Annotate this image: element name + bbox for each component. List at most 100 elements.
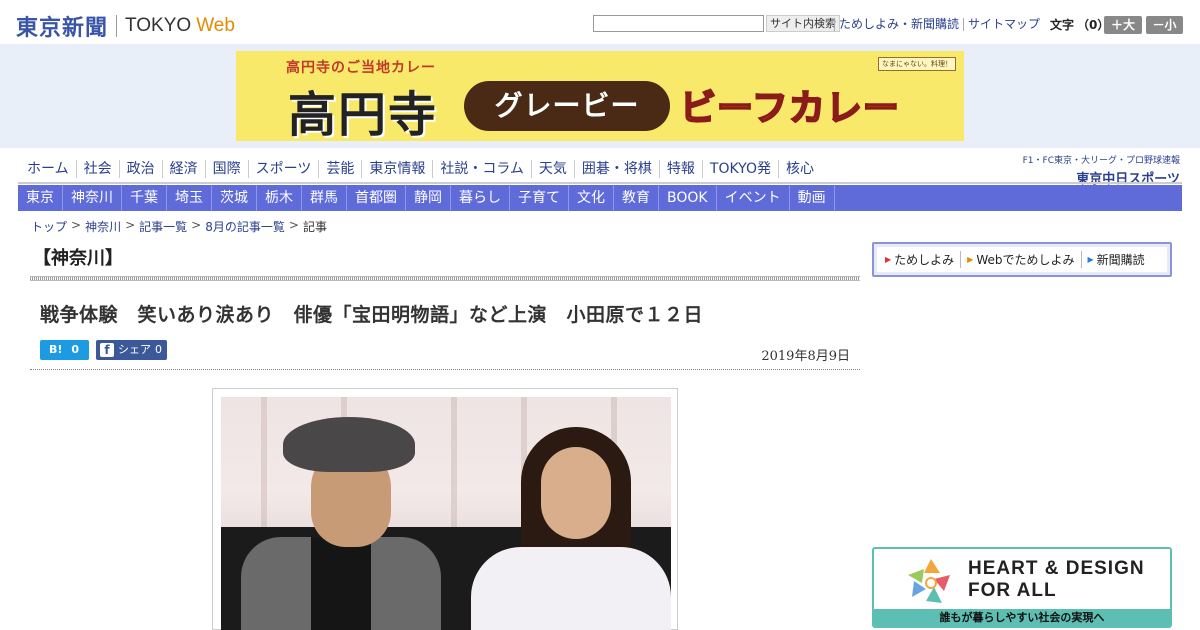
hatena-icon: B! <box>49 343 63 356</box>
section-title: 【神奈川】 <box>33 248 123 269</box>
banner-kouenji: 高円寺 <box>288 87 439 141</box>
breadcrumb-separator: > <box>288 218 299 232</box>
hatena-bookmark-button[interactable]: B! 0 <box>40 340 89 360</box>
logo-divider <box>116 15 118 37</box>
nav-editorial-column[interactable]: 社説・コラム <box>432 160 531 178</box>
facebook-share-button[interactable]: f シェア 0 <box>96 340 167 360</box>
subscribe-links-box: ▶ ためしよみ ▶ Webでためしよみ ▶ 新聞購読 <box>872 242 1172 277</box>
region-nav: 東京 神奈川 千葉 埼玉 茨城 栃木 群馬 首都圏 静岡 暮らし 子育て 文化 … <box>18 185 1182 211</box>
region-living[interactable]: 暮らし <box>451 185 510 211</box>
nav-special-report[interactable]: 特報 <box>658 160 702 178</box>
breadcrumb-separator: > <box>125 218 136 232</box>
region-gunma[interactable]: 群馬 <box>302 185 347 211</box>
main-nav: ホーム 社会 政治 経済 国際 スポーツ 芸能 東京情報 社説・コラム 天気 囲… <box>20 160 821 178</box>
chunichi-tagline: F1・FC東京・大リーグ・プロ野球速報 <box>1022 156 1180 166</box>
logo-web: Web <box>196 15 235 36</box>
nav-tokyo-hatsu[interactable]: TOKYO発 <box>701 160 778 178</box>
utility-links: ためしよみ・新聞購読 サイトマップ 文字 （0） <box>834 16 1109 33</box>
nav-home[interactable]: ホーム <box>20 160 76 178</box>
nav-tokyo-info[interactable]: 東京情報 <box>361 160 432 178</box>
site-header: 東京新聞 TOKYO Web サイト内検索 ためしよみ・新聞購読 サイトマップ … <box>0 0 1200 44</box>
heart-subtitle: 誰もが暮らしやすい社会の実現へ <box>874 609 1170 626</box>
photo-man-hat <box>283 417 415 472</box>
region-tochigi[interactable]: 栃木 <box>257 185 302 211</box>
breadcrumb-current: 記事 <box>302 220 327 234</box>
region-parenting[interactable]: 子育て <box>510 185 569 211</box>
arrow-right-icon: ▶ <box>885 255 892 264</box>
ad-band: 高円寺のご当地カレー 高円寺 グレービー ビーフカレー なまにゃない。料理！ <box>0 44 1200 148</box>
article-photo[interactable] <box>221 397 671 630</box>
region-culture[interactable]: 文化 <box>569 185 614 211</box>
article-photo-frame <box>212 388 678 630</box>
article-date: 2019年8月9日 <box>761 349 850 364</box>
banner-badge: なまにゃない。料理！ <box>878 57 956 71</box>
sitemap-link[interactable]: サイトマップ <box>963 18 1044 31</box>
hatena-count: 0 <box>71 343 80 356</box>
heart-title: HEART & DESIGN FOR ALL <box>968 558 1145 602</box>
curtain-fold <box>261 397 267 537</box>
facebook-share-label: シェア <box>118 343 151 356</box>
nav-weather[interactable]: 天気 <box>530 160 574 178</box>
logo-tokyo: TOKYO <box>125 15 192 36</box>
region-event[interactable]: イベント <box>717 185 790 211</box>
logo-tokyo-shimbun: 東京新聞 <box>16 15 109 41</box>
font-size-increase-button[interactable]: ＋大 <box>1104 16 1142 34</box>
search-input[interactable] <box>593 15 764 32</box>
heart-title-line2: FOR ALL <box>968 580 1057 601</box>
region-ibaraki[interactable]: 茨城 <box>212 185 257 211</box>
facebook-icon: f <box>100 343 114 357</box>
region-book[interactable]: BOOK <box>659 185 717 211</box>
trial-reading-link[interactable]: ▶ ためしよみ <box>877 251 960 268</box>
region-tokyo[interactable]: 東京 <box>18 185 63 211</box>
facebook-share-count: 0 <box>155 343 162 356</box>
curtain-fold <box>451 397 457 537</box>
article-title: 戦争体験 笑いあり涙あり 俳優「宝田明物語」など上演 小田原で１２日 <box>40 304 704 326</box>
banner-beef-curry: ビーフカレー <box>679 87 900 130</box>
nav-politics[interactable]: 政治 <box>118 160 162 178</box>
web-trial-link[interactable]: ▶ Webでためしよみ <box>960 251 1080 268</box>
nav-divider <box>18 182 1182 184</box>
photo-man-shirt <box>311 537 371 630</box>
breadcrumb: トップ > 神奈川 > 記事一覧 > 8月の記事一覧 > 記事 <box>31 218 327 235</box>
trial-reading-label: ためしよみ <box>894 253 955 267</box>
breadcrumb-separator: > <box>191 218 202 232</box>
arrow-right-icon: ▶ <box>967 255 974 264</box>
region-chiba[interactable]: 千葉 <box>122 185 167 211</box>
banner-gravy: グレービー <box>464 81 670 131</box>
breadcrumb-august-list[interactable]: 8月の記事一覧 <box>205 218 285 235</box>
region-saitama[interactable]: 埼玉 <box>167 185 212 211</box>
trial-subscribe-link[interactable]: ためしよみ・新聞購読 <box>834 18 963 31</box>
nav-entertainment[interactable]: 芸能 <box>318 160 361 178</box>
article-divider <box>30 369 860 370</box>
heart-title-line1: HEART & DESIGN <box>968 558 1145 579</box>
subscribe-label: 新聞購読 <box>1096 253 1145 267</box>
font-size-decrease-button[interactable]: －小 <box>1146 16 1183 34</box>
region-video[interactable]: 動画 <box>790 185 835 211</box>
heart-design-banner[interactable]: HEART & DESIGN FOR ALL 誰もが暮らしやすい社会の実現へ <box>872 547 1172 628</box>
section-divider <box>30 276 860 281</box>
banner-tagline: 高円寺のご当地カレー <box>286 60 436 76</box>
curry-ad-banner[interactable]: 高円寺のご当地カレー 高円寺 グレービー ビーフカレー なまにゃない。料理！ <box>236 51 964 141</box>
region-kanagawa[interactable]: 神奈川 <box>63 185 122 211</box>
heart-flower-icon <box>908 559 950 603</box>
region-education[interactable]: 教育 <box>614 185 659 211</box>
font-size-label: 文字 <box>1050 18 1075 32</box>
site-search-button[interactable]: サイト内検索 <box>766 15 840 32</box>
nav-international[interactable]: 国際 <box>204 160 248 178</box>
breadcrumb-article-list[interactable]: 記事一覧 <box>139 218 187 235</box>
breadcrumb-top[interactable]: トップ <box>31 218 67 235</box>
nav-economy[interactable]: 経済 <box>161 160 205 178</box>
web-trial-label: Webでためしよみ <box>976 253 1075 267</box>
nav-core[interactable]: 核心 <box>777 160 821 178</box>
site-logo[interactable]: 東京新聞 TOKYO Web <box>16 10 235 42</box>
region-shutoken[interactable]: 首都圏 <box>347 185 406 211</box>
photo-woman-body <box>471 547 671 630</box>
subscribe-link[interactable]: ▶ 新聞購読 <box>1080 251 1151 268</box>
nav-go-shogi[interactable]: 囲碁・将棋 <box>573 160 659 178</box>
arrow-right-icon: ▶ <box>1087 255 1094 264</box>
breadcrumb-kanagawa[interactable]: 神奈川 <box>85 218 121 235</box>
nav-sports[interactable]: スポーツ <box>247 160 319 178</box>
nav-society[interactable]: 社会 <box>75 160 119 178</box>
region-shizuoka[interactable]: 静岡 <box>406 185 451 211</box>
breadcrumb-separator: > <box>71 218 82 232</box>
